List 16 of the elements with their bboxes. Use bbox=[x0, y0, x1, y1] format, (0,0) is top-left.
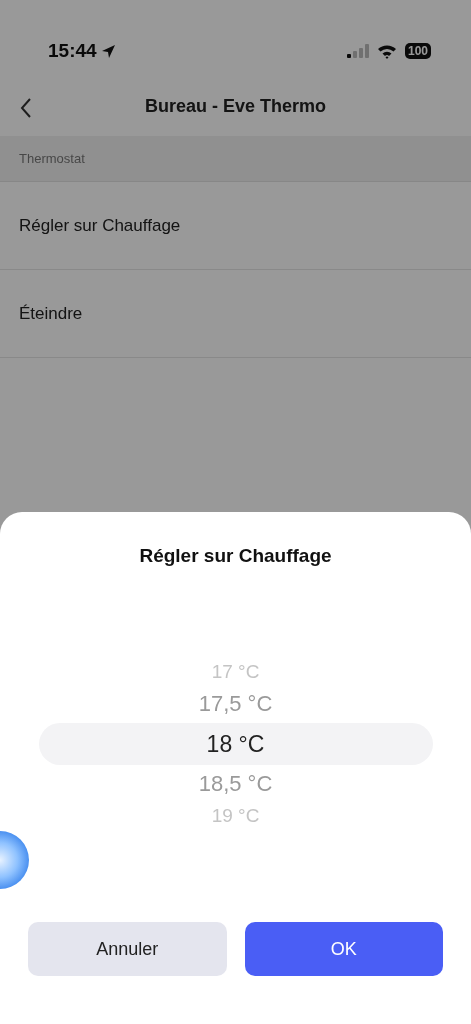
list-row[interactable]: Éteindre bbox=[0, 270, 471, 358]
picker-option[interactable]: 17,5 °C bbox=[198, 686, 273, 721]
picker-option[interactable]: 18,5 °C bbox=[198, 766, 273, 801]
cancel-button[interactable]: Annuler bbox=[28, 922, 227, 976]
wifi-icon bbox=[376, 43, 397, 59]
section-header: Thermostat bbox=[0, 136, 471, 182]
location-arrow-icon bbox=[100, 44, 116, 60]
list-row[interactable]: Régler sur Chauffage bbox=[0, 182, 471, 270]
status-time: 15:44 bbox=[48, 38, 97, 63]
sheet-title: Régler sur Chauffage bbox=[138, 544, 333, 568]
ok-button[interactable]: OK bbox=[244, 922, 443, 976]
screen-title: Bureau - Eve Thermo bbox=[144, 94, 326, 118]
picker-option[interactable]: 18 °C bbox=[38, 722, 433, 765]
battery-indicator: 100 bbox=[404, 43, 431, 59]
back-icon[interactable] bbox=[20, 97, 32, 118]
signal-icon bbox=[346, 44, 369, 58]
